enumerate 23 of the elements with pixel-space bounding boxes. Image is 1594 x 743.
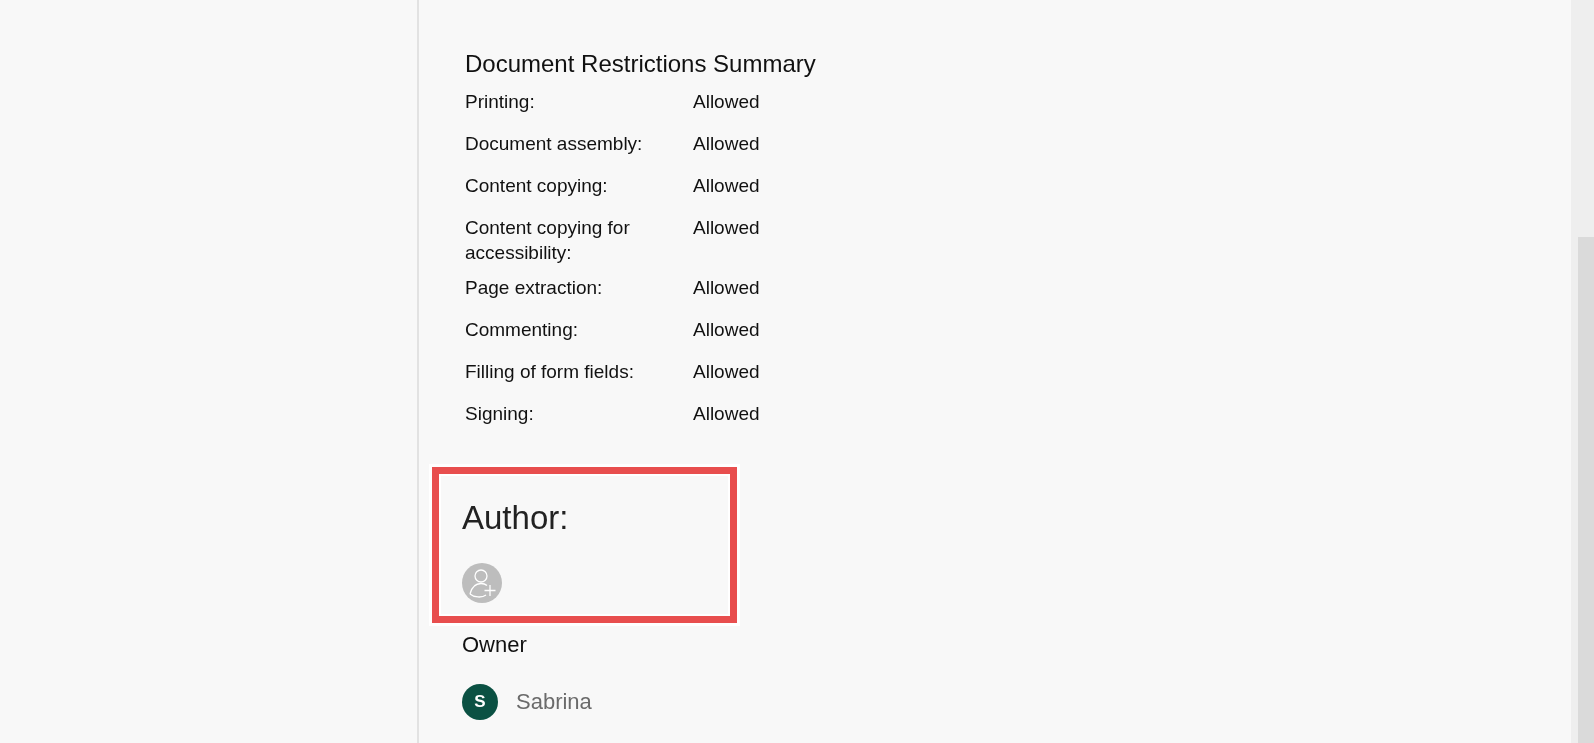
restriction-value: Allowed	[693, 174, 760, 198]
restriction-label: Signing:	[465, 402, 535, 426]
restriction-value: Allowed	[693, 132, 760, 156]
restriction-label: Content copying for accessibility:	[465, 216, 631, 265]
restriction-label: Content copying:	[465, 174, 609, 198]
scrollbar-track[interactable]	[1571, 0, 1594, 743]
owner-name: Sabrina	[516, 688, 592, 716]
avatar: S	[462, 684, 498, 720]
restriction-value: Allowed	[693, 360, 760, 384]
add-person-icon[interactable]	[462, 563, 502, 603]
restriction-value: Allowed	[693, 402, 760, 426]
restriction-value: Allowed	[693, 90, 760, 114]
restriction-value: Allowed	[693, 276, 760, 300]
author-label: Author:	[462, 498, 569, 538]
owner-label: Owner	[462, 631, 528, 659]
restriction-label: Page extraction:	[465, 276, 604, 300]
restriction-label: Commenting:	[465, 318, 579, 342]
restriction-label: Printing:	[465, 90, 536, 114]
restriction-label: Filling of form fields:	[465, 360, 635, 384]
restriction-value: Allowed	[693, 318, 760, 342]
restriction-label: Document assembly:	[465, 132, 644, 156]
restriction-value: Allowed	[693, 216, 760, 240]
section-heading: Document Restrictions Summary	[465, 49, 816, 79]
